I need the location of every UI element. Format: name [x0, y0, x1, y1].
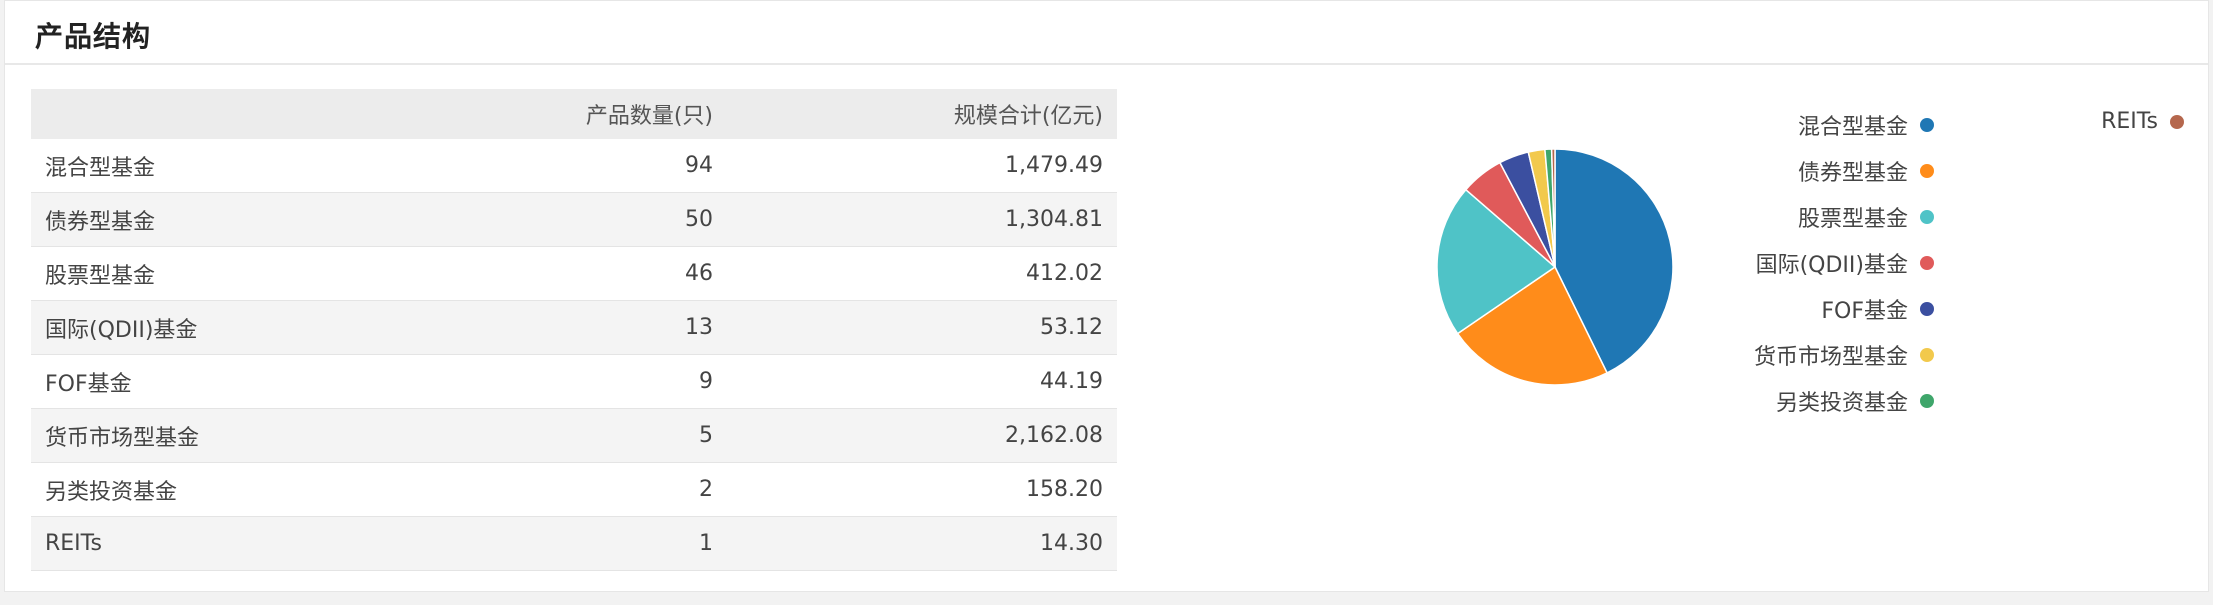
legend-label: 债券型基金 — [1797, 161, 1908, 186]
header-scale: 规模合计(亿元) — [727, 89, 1117, 139]
cell-category: FOF基金 — [31, 354, 359, 409]
cell-scale: 412.02 — [727, 246, 1117, 301]
legend-dot-icon — [1920, 348, 1934, 362]
legend-label: 另类投资基金 — [1775, 391, 1908, 416]
pie-chart — [1436, 148, 1674, 386]
table-row: 混合型基金 94 1,479.49 — [31, 139, 1117, 193]
legend-item[interactable]: 另类投资基金 — [1776, 385, 1934, 417]
product-structure-panel: 产品结构 产品数量(只) 规模合计(亿元) 混合型基金 94 1,479.49 … — [4, 0, 2209, 592]
legend-dot-icon — [1920, 394, 1934, 408]
table-row: REITs 1 14.30 — [31, 516, 1117, 571]
cell-category: 货币市场型基金 — [31, 408, 359, 463]
table-row: 股票型基金 46 412.02 — [31, 246, 1117, 301]
cell-scale: 158.20 — [727, 462, 1117, 517]
table-row: 货币市场型基金 5 2,162.08 — [31, 408, 1117, 463]
legend-label: REITs — [2101, 109, 2158, 134]
legend-item[interactable]: 股票型基金 — [1798, 201, 1934, 233]
cell-count: 50 — [359, 192, 727, 247]
table-row: FOF基金 9 44.19 — [31, 354, 1117, 409]
product-structure-table: 产品数量(只) 规模合计(亿元) 混合型基金 94 1,479.49 债券型基金… — [31, 89, 1117, 571]
legend-item[interactable]: 国际(QDII)基金 — [1756, 247, 1934, 279]
cell-scale: 53.12 — [727, 300, 1117, 355]
legend-label: 货币市场型基金 — [1753, 345, 1908, 370]
cell-scale: 44.19 — [727, 354, 1117, 409]
cell-scale: 2,162.08 — [727, 408, 1117, 463]
legend-label: 国际(QDII)基金 — [1755, 253, 1908, 278]
legend-dot-icon — [1920, 210, 1934, 224]
cell-category: REITs — [31, 516, 359, 571]
cell-count: 94 — [359, 139, 727, 193]
cell-category: 股票型基金 — [31, 246, 359, 301]
legend-label: FOF基金 — [1821, 299, 1908, 324]
legend-label: 股票型基金 — [1797, 207, 1908, 232]
legend-dot-icon — [2170, 114, 2184, 129]
cell-count: 2 — [359, 462, 727, 517]
legend-item[interactable]: 货币市场型基金 — [1754, 339, 1934, 371]
table-header-row: 产品数量(只) 规模合计(亿元) — [31, 89, 1117, 139]
cell-scale: 1,304.81 — [727, 192, 1117, 247]
legend-dot-icon — [1920, 164, 1934, 178]
legend-dot-icon — [1920, 302, 1934, 316]
cell-count: 46 — [359, 246, 727, 301]
panel-title: 产品结构 — [35, 20, 152, 53]
table-row: 另类投资基金 2 158.20 — [31, 462, 1117, 517]
table-row: 国际(QDII)基金 13 53.12 — [31, 300, 1117, 355]
cell-category: 国际(QDII)基金 — [31, 300, 359, 355]
cell-count: 1 — [359, 516, 727, 571]
panel-header: 产品结构 — [5, 1, 2208, 65]
legend-dot-icon — [1920, 256, 1934, 270]
header-category — [31, 89, 359, 139]
cell-category: 混合型基金 — [31, 139, 359, 193]
legend-item[interactable]: 混合型基金 — [1798, 109, 1934, 141]
legend-item[interactable]: 债券型基金 — [1798, 155, 1934, 187]
cell-count: 5 — [359, 408, 727, 463]
table-row: 债券型基金 50 1,304.81 — [31, 192, 1117, 247]
header-count: 产品数量(只) — [359, 89, 727, 139]
cell-count: 13 — [359, 300, 727, 355]
cell-category: 另类投资基金 — [31, 462, 359, 517]
cell-scale: 14.30 — [727, 516, 1117, 571]
legend-label: 混合型基金 — [1797, 115, 1908, 140]
legend-item[interactable]: FOF基金 — [1821, 293, 1934, 325]
cell-count: 9 — [359, 354, 727, 409]
legend-item[interactable]: REITs — [2101, 109, 2184, 134]
cell-scale: 1,479.49 — [727, 139, 1117, 193]
legend-dot-icon — [1920, 118, 1934, 132]
cell-category: 债券型基金 — [31, 192, 359, 247]
